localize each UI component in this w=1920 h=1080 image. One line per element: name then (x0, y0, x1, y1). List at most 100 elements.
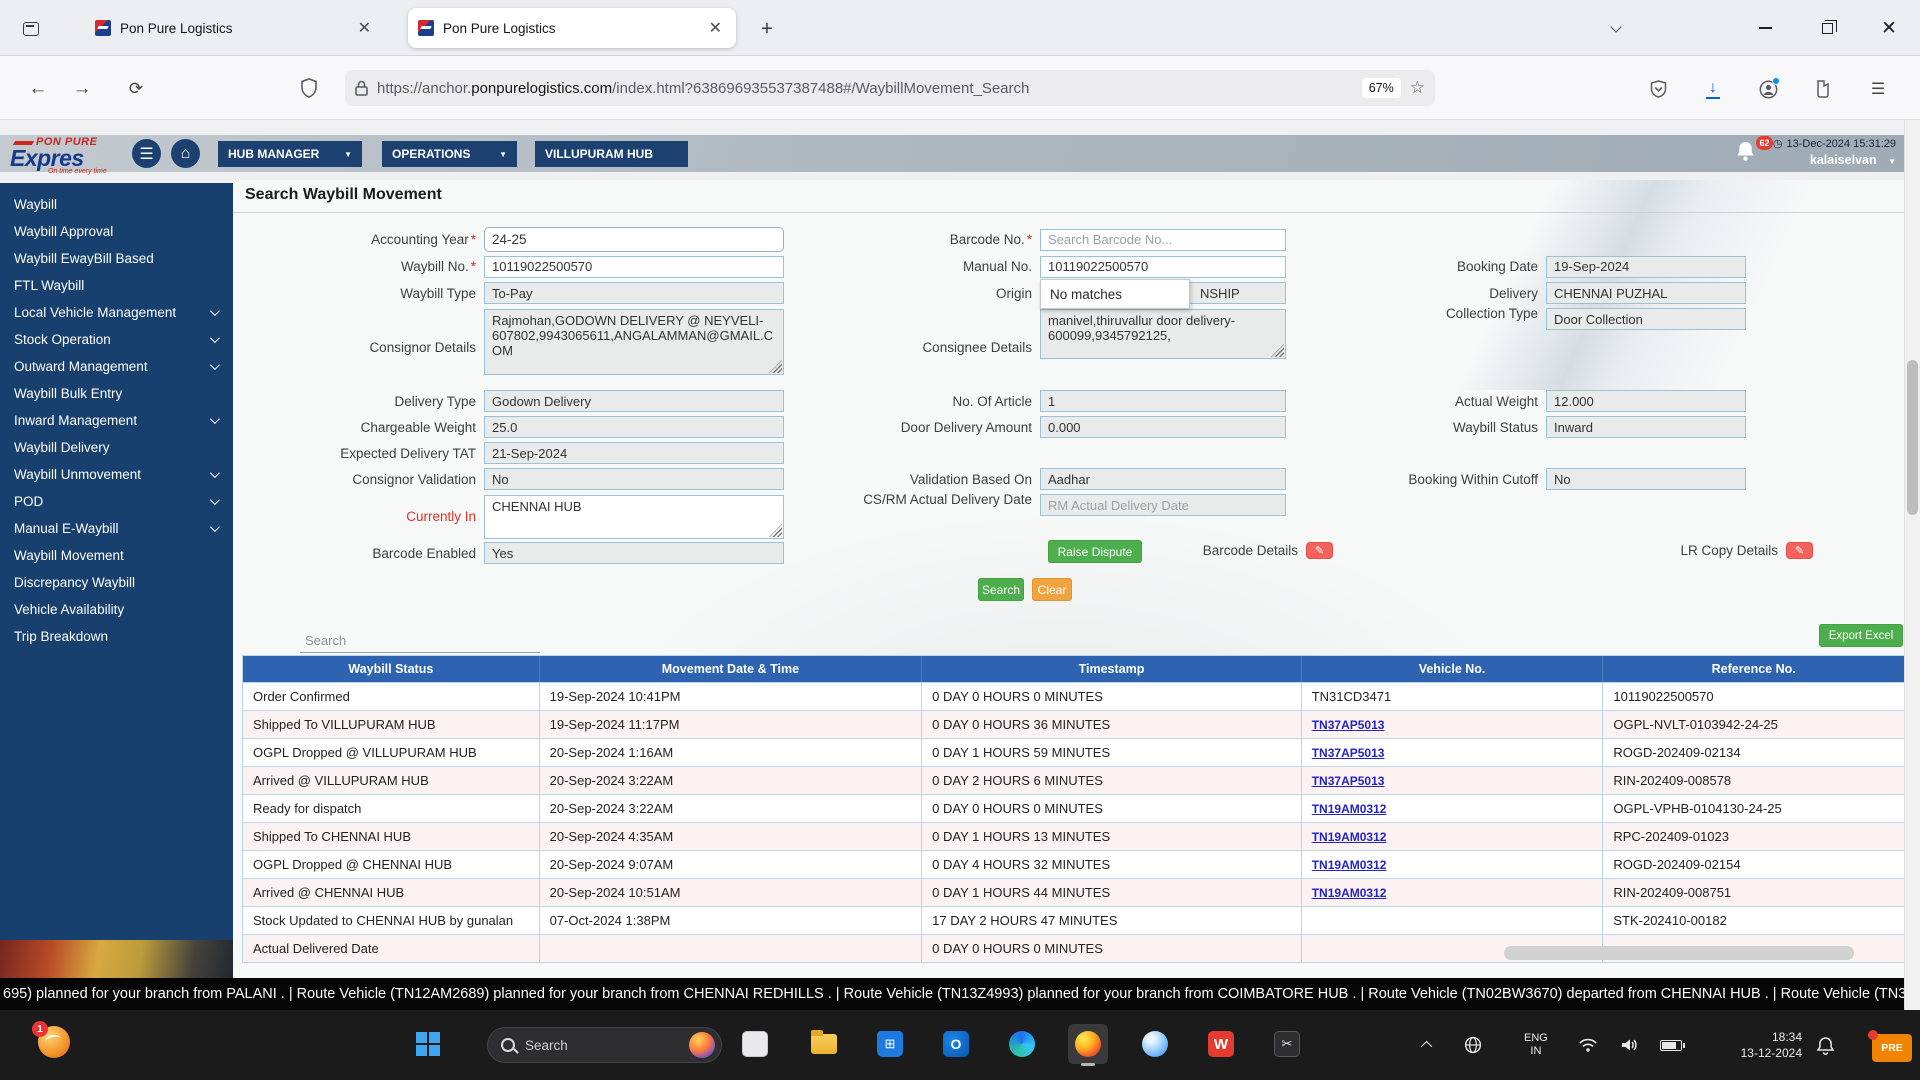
wifi-icon[interactable] (1578, 1010, 1598, 1080)
taskbar-search[interactable]: Search (487, 1027, 722, 1063)
reload-button[interactable]: ⟳ (120, 73, 152, 105)
field-no-of-article[interactable]: 1 (1040, 390, 1286, 412)
taskbar-icon-edge[interactable] (1002, 1024, 1042, 1064)
table-row[interactable]: Order Confirmed19-Sep-2024 10:41PM0 DAY … (243, 682, 1904, 710)
field-booking-within-cutoff[interactable]: No (1546, 468, 1746, 490)
restore-button[interactable] (1796, 0, 1858, 56)
sidebar-item-waybill-bulk-entry[interactable]: Waybill Bulk Entry (0, 380, 233, 407)
pre-tray-badge[interactable]: PRE (1872, 1034, 1912, 1062)
sidebar-item-pod[interactable]: POD (0, 488, 233, 515)
user-menu[interactable]: kalaiselvan ▼ (1810, 153, 1896, 167)
start-button[interactable] (416, 1032, 444, 1058)
tab-close-icon[interactable]: ✕ (705, 18, 726, 38)
field-chargeable-weight[interactable]: 25.0 (484, 416, 784, 438)
forward-button[interactable]: → (66, 73, 98, 105)
vehicle-link[interactable]: TN19AM0312 (1312, 886, 1387, 900)
vertical-scrollbar-thumb[interactable] (1907, 360, 1918, 515)
clear-button[interactable]: Clear (1032, 578, 1072, 601)
new-tab-button[interactable]: + (752, 14, 782, 44)
column-header-timestamp[interactable]: Timestamp (922, 656, 1302, 682)
table-row[interactable]: OGPL Dropped @ CHENNAI HUB20-Sep-2024 9:… (243, 850, 1904, 878)
column-header-vehicle-no[interactable]: Vehicle No. (1302, 656, 1604, 682)
taskbar-corner-app-icon[interactable]: 1 (38, 1026, 70, 1058)
sidebar-item-waybill-approval[interactable]: Waybill Approval (0, 218, 233, 245)
taskbar-icon-folder[interactable] (804, 1024, 844, 1064)
column-header-waybill-status[interactable]: Waybill Status (243, 656, 540, 682)
taskbar-icon-firefox[interactable] (1068, 1024, 1108, 1064)
zoom-level-badge[interactable]: 67% (1362, 78, 1401, 98)
language-indicator[interactable]: ENGIN (1524, 1010, 1548, 1080)
browser-tab-1[interactable]: Pon Pure Logistics ✕ (85, 8, 385, 48)
sidebar-item-inward-management[interactable]: Inward Management (0, 407, 233, 434)
field-booking-date[interactable]: 19-Sep-2024 (1546, 256, 1746, 278)
menu-toggle-button[interactable]: ☰ (132, 139, 161, 168)
nav-dropdown-hub-manager[interactable]: HUB MANAGER▼ (218, 141, 362, 167)
field-consignor-validation[interactable]: No (484, 468, 784, 490)
table-row[interactable]: Shipped To CHENNAI HUB20-Sep-2024 4:35AM… (243, 822, 1904, 850)
taskbar-icon-outlook[interactable]: O (936, 1024, 976, 1064)
taskbar-icon-snip[interactable]: ✂ (1267, 1024, 1307, 1064)
pocket-icon[interactable] (1643, 74, 1673, 104)
sidebar-item-manual-e-waybill[interactable]: Manual E-Waybill (0, 515, 233, 542)
extensions-icon[interactable] (1808, 74, 1838, 104)
export-excel-button[interactable]: Export Excel (1819, 624, 1903, 647)
horizontal-scrollbar-thumb[interactable] (1504, 946, 1854, 960)
tab-close-icon[interactable]: ✕ (354, 18, 375, 38)
field-accounting-year[interactable]: 24-25 (484, 227, 784, 252)
field-validation-based-on[interactable]: Aadhar (1040, 468, 1286, 490)
globe-network-icon[interactable] (1464, 1010, 1482, 1080)
downloads-icon[interactable]: ↓ (1698, 74, 1728, 104)
field-delivery-type[interactable]: Godown Delivery (484, 390, 784, 412)
sidebar-item-outward-management[interactable]: Outward Management (0, 353, 233, 380)
field-door-delivery-amount[interactable]: 0.000 (1040, 416, 1286, 438)
back-button[interactable]: ← (22, 73, 54, 105)
vehicle-link[interactable]: TN19AM0312 (1312, 830, 1387, 844)
bing-sphere-icon[interactable] (689, 1032, 715, 1058)
search-button[interactable]: Search (978, 578, 1024, 601)
vehicle-link[interactable]: TN37AP5013 (1312, 774, 1385, 788)
field-consignor-details[interactable]: Rajmohan,GODOWN DELIVERY @ NEYVELI-60780… (484, 309, 784, 375)
table-row[interactable]: OGPL Dropped @ VILLUPURAM HUB20-Sep-2024… (243, 738, 1904, 766)
field-consignee-details[interactable]: manivel,thiruvallur door delivery-600099… (1040, 309, 1286, 359)
battery-icon[interactable] (1660, 1010, 1682, 1080)
column-header-movement-date-time[interactable]: Movement Date & Time (540, 656, 923, 682)
taskbar-icon-wps[interactable]: W (1201, 1024, 1241, 1064)
sidebar-item-waybill-unmovement[interactable]: Waybill Unmovement (0, 461, 233, 488)
sidebar-item-trip-breakdown[interactable]: Trip Breakdown (0, 623, 233, 650)
taskbar-icon-sphere[interactable] (1135, 1024, 1175, 1064)
field-currently-in[interactable]: CHENNAI HUB (484, 495, 784, 539)
vehicle-link[interactable]: TN19AM0312 (1312, 802, 1387, 816)
field-actual-weight[interactable]: 12.000 (1546, 390, 1746, 412)
sidebar-item-waybill-ewaybill-based[interactable]: Waybill EwayBill Based (0, 245, 233, 272)
nav-dropdown-villupuram-hub[interactable]: VILLUPURAM HUB (535, 141, 688, 167)
table-filter-input[interactable] (300, 629, 540, 653)
browser-tab-2-active[interactable]: Pon Pure Logistics ✕ (408, 8, 736, 48)
minimize-button[interactable] (1734, 0, 1796, 56)
taskbar-icon-window[interactable] (735, 1024, 775, 1064)
field-barcode-enabled[interactable]: Yes (484, 542, 784, 564)
taskbar-clock[interactable]: 18:34 13-12-2024 (1726, 1010, 1802, 1080)
table-row[interactable]: Shipped To VILLUPURAM HUB19-Sep-2024 11:… (243, 710, 1904, 738)
sidebar-item-stock-operation[interactable]: Stock Operation (0, 326, 233, 353)
bookmark-star-icon[interactable]: ☆ (1410, 78, 1425, 98)
field-waybill-no[interactable]: 10119022500570 (484, 256, 784, 278)
sidebar-item-vehicle-availability[interactable]: Vehicle Availability (0, 596, 233, 623)
raise-dispute-button[interactable]: Raise Dispute (1048, 540, 1142, 563)
field-delivery[interactable]: CHENNAI PUZHAL (1546, 282, 1746, 304)
table-row[interactable]: Ready for dispatch20-Sep-2024 3:22AM0 DA… (243, 794, 1904, 822)
table-row[interactable]: Arrived @ VILLUPURAM HUB20-Sep-2024 3:22… (243, 766, 1904, 794)
field-expected-delivery-tat[interactable]: 21-Sep-2024 (484, 442, 784, 464)
notifications-bell[interactable]: 62 (1735, 140, 1765, 168)
taskbar-icon-store[interactable]: ⊞ (870, 1024, 910, 1064)
column-header-reference-no[interactable]: Reference No. (1603, 656, 1904, 682)
tab-list-chevron-icon[interactable] (1612, 18, 1632, 38)
menu-hamburger-icon[interactable]: ☰ (1863, 74, 1893, 104)
sidebar-item-waybill[interactable]: Waybill (0, 191, 233, 218)
barcode-details-edit-button[interactable]: ✎ (1306, 542, 1333, 559)
field-waybill-status[interactable]: Inward (1546, 416, 1746, 438)
shield-icon[interactable] (300, 78, 318, 98)
vehicle-link[interactable]: TN37AP5013 (1312, 718, 1385, 732)
sidebar-item-waybill-movement[interactable]: Waybill Movement (0, 542, 233, 569)
taskbar-notifications-bell[interactable] (1816, 1036, 1835, 1056)
close-button[interactable]: ✕ (1858, 0, 1920, 56)
